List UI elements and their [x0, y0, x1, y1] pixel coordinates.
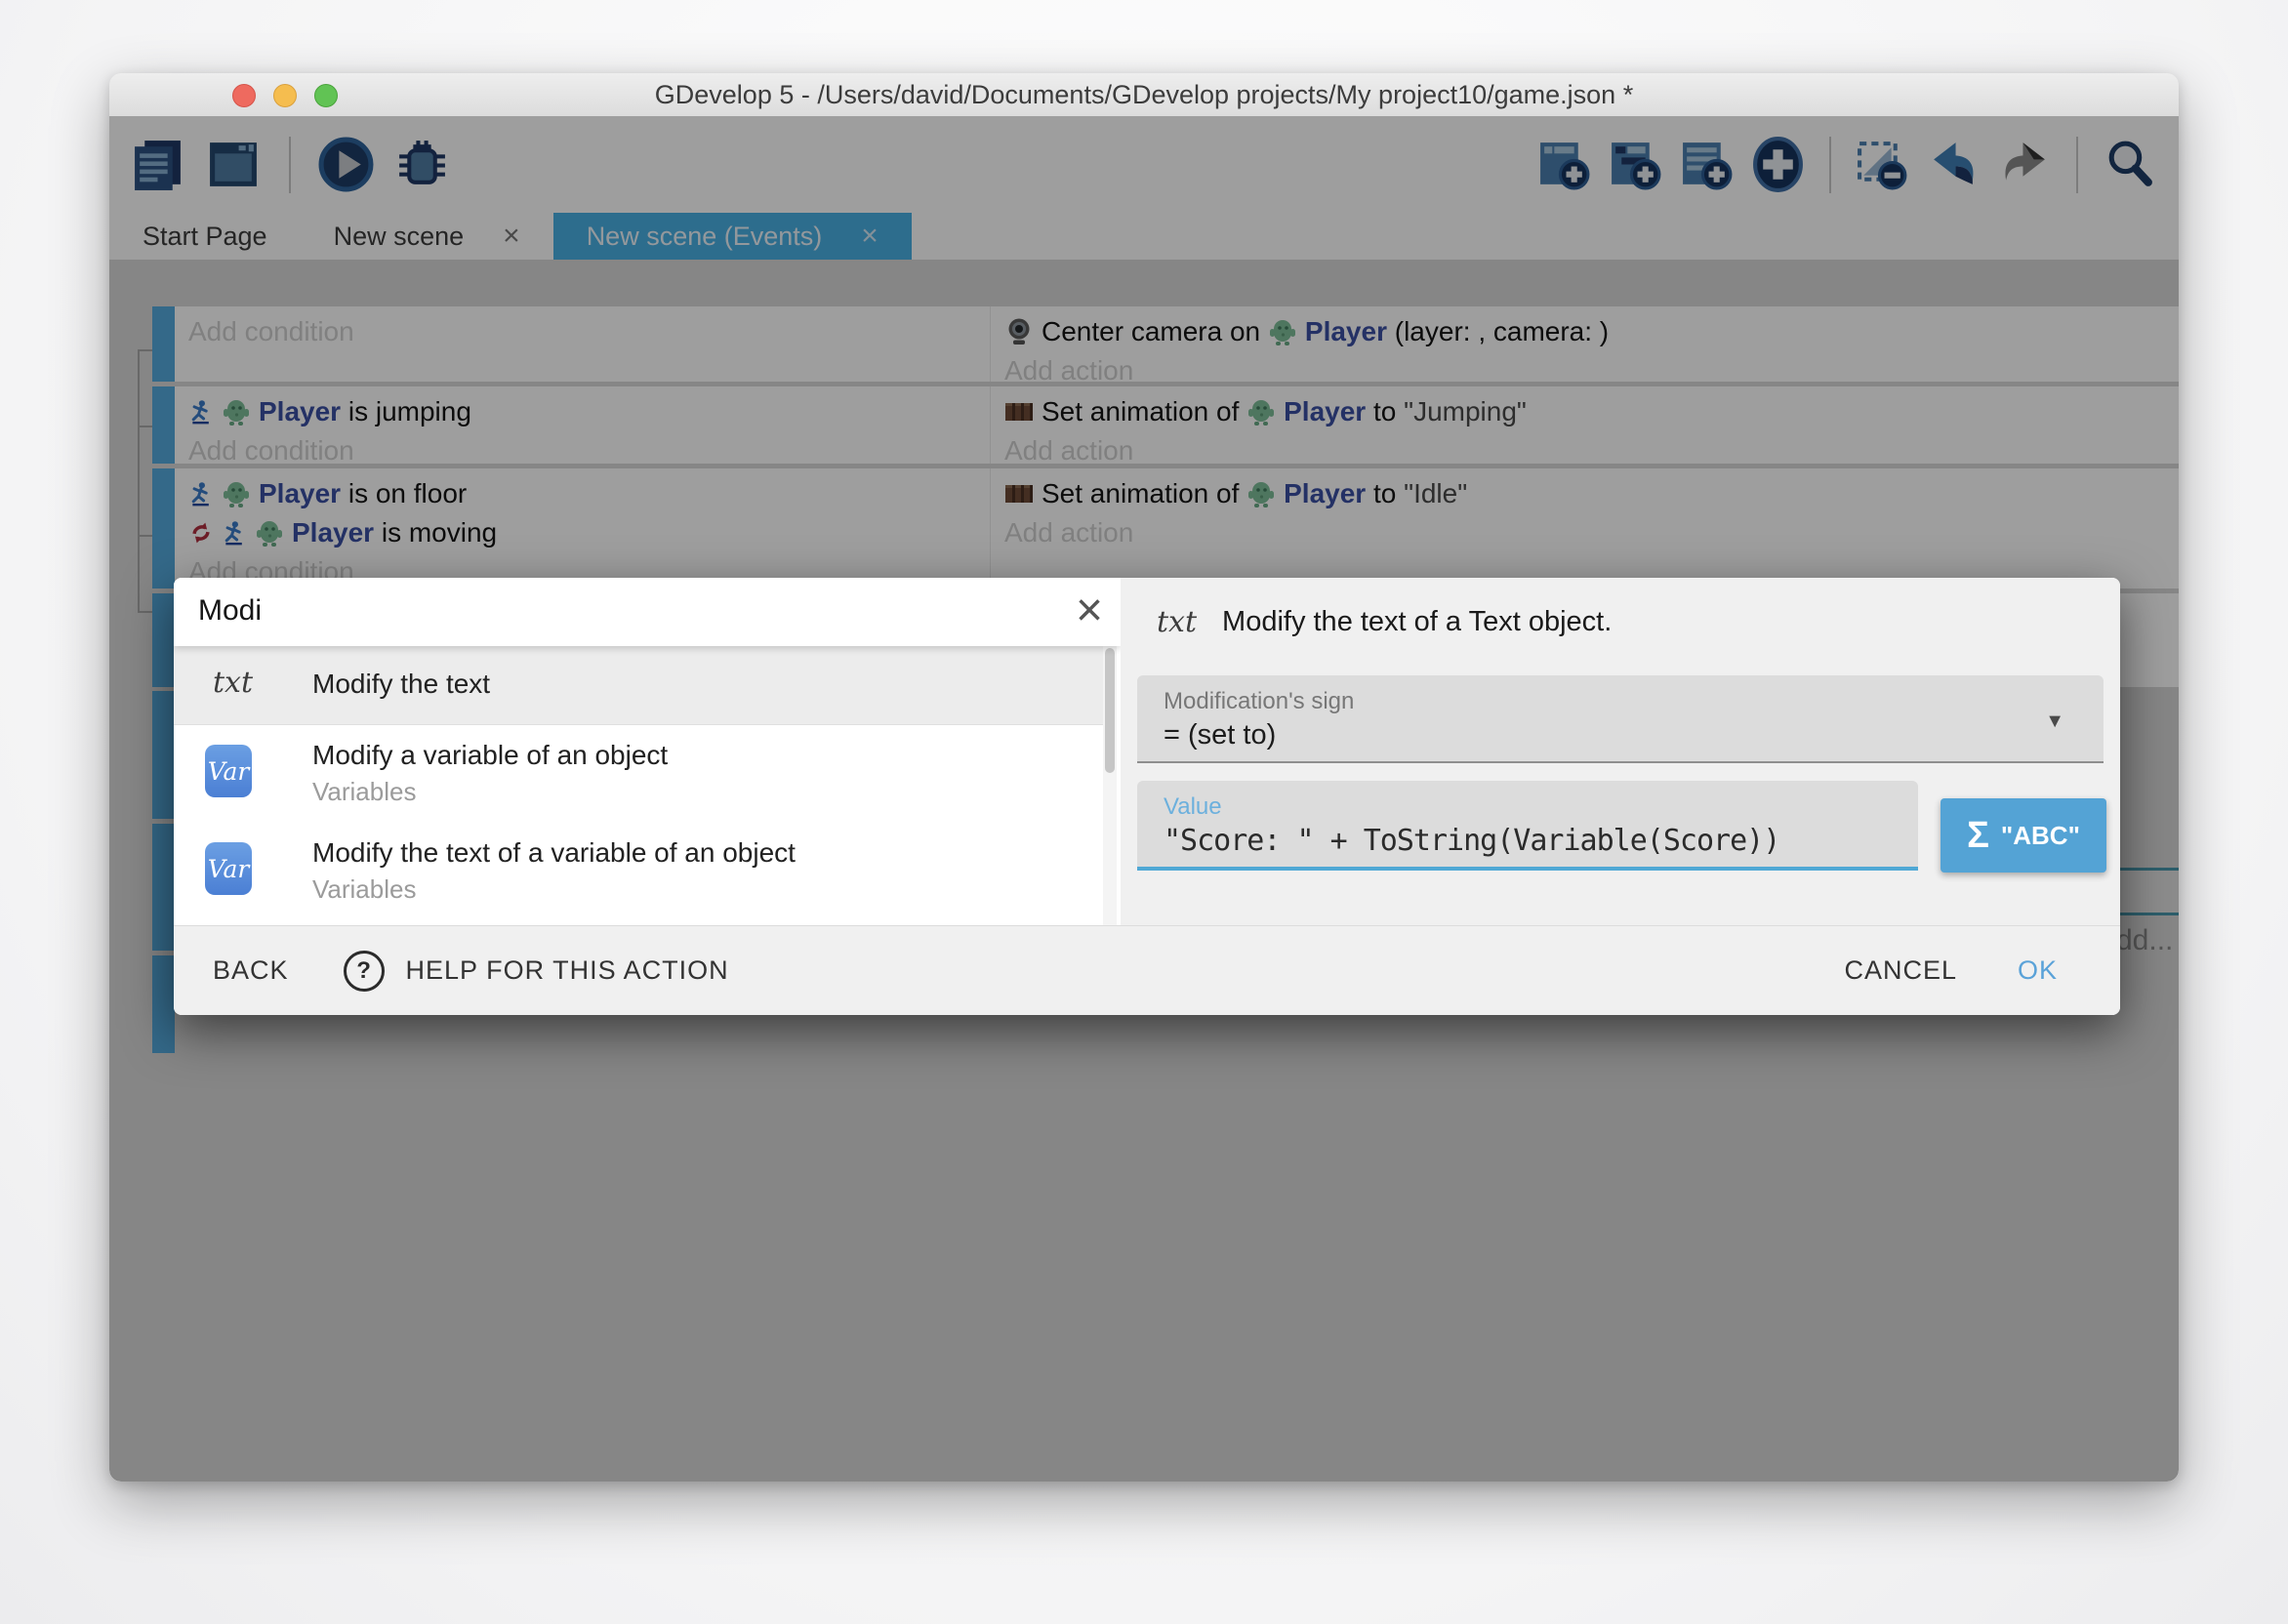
minimize-window-button[interactable]: [273, 84, 297, 107]
titlebar: GDevelop 5 - /Users/david/Documents/GDev…: [109, 73, 2179, 117]
text-action-icon: txt: [213, 666, 253, 700]
variable-icon: Var: [205, 842, 252, 895]
instruction-parameters-panel: txt Modify the text of a Text object. Mo…: [1121, 578, 2120, 925]
selected-sign-value: = (set to): [1164, 719, 1276, 751]
instruction-title: Modify the text of a Text object.: [1222, 606, 1612, 638]
app-window: GDevelop 5 - /Users/david/Documents/GDev…: [109, 73, 2179, 1482]
instruction-search-panel: Modi × txt Modify the text Var Modify a …: [174, 578, 1121, 925]
ok-button[interactable]: OK: [2018, 955, 2058, 986]
help-button[interactable]: ? HELP FOR THIS ACTION: [344, 951, 729, 992]
list-scrollbar[interactable]: [1103, 646, 1117, 925]
close-icon[interactable]: ×: [1076, 584, 1103, 637]
search-results-list: txt Modify the text Var Modify a variabl…: [174, 646, 1121, 925]
window-title: GDevelop 5 - /Users/david/Documents/GDev…: [655, 80, 1633, 110]
variable-icon: Var: [205, 745, 252, 797]
back-button[interactable]: BACK: [213, 955, 289, 986]
zoom-window-button[interactable]: [314, 84, 338, 107]
list-item-modify-variable[interactable]: Var Modify a variable of an object Varia…: [174, 730, 1103, 820]
search-header: Modi ×: [174, 578, 1121, 646]
instruction-header: txt Modify the text of a Text object.: [1157, 605, 1612, 639]
value-expression-field[interactable]: Value "Score: " + ToString(Variable(Scor…: [1137, 781, 1918, 871]
sigma-icon: Σ: [1967, 815, 1989, 857]
expression-input[interactable]: "Score: " + ToString(Variable(Score)): [1164, 824, 1779, 858]
close-window-button[interactable]: [232, 84, 256, 107]
dialog-actions-bar: BACK ? HELP FOR THIS ACTION CANCEL OK: [174, 925, 2120, 1015]
traffic-lights: [232, 84, 338, 107]
field-label: Value: [1164, 793, 1222, 821]
instruction-editor-dialog: Modi × txt Modify the text Var Modify a …: [174, 578, 2120, 1015]
cancel-button[interactable]: CANCEL: [1844, 955, 1957, 986]
search-input[interactable]: Modi: [198, 594, 262, 628]
modification-sign-select[interactable]: Modification's sign = (set to) ▼: [1137, 675, 2104, 763]
chevron-down-icon: ▼: [2045, 710, 2064, 733]
open-expression-editor-button[interactable]: Σ "ABC": [1941, 798, 2106, 873]
abc-label: "ABC": [2001, 821, 2080, 851]
text-action-icon: txt: [1157, 605, 1197, 639]
scrollbar-thumb[interactable]: [1105, 648, 1115, 773]
list-item-modify-the-text[interactable]: txt Modify the text: [174, 646, 1103, 725]
help-question-icon: ?: [344, 951, 385, 992]
list-item-modify-text-of-variable[interactable]: Var Modify the text of a variable of an …: [174, 828, 1103, 917]
field-label: Modification's sign: [1164, 688, 1354, 715]
